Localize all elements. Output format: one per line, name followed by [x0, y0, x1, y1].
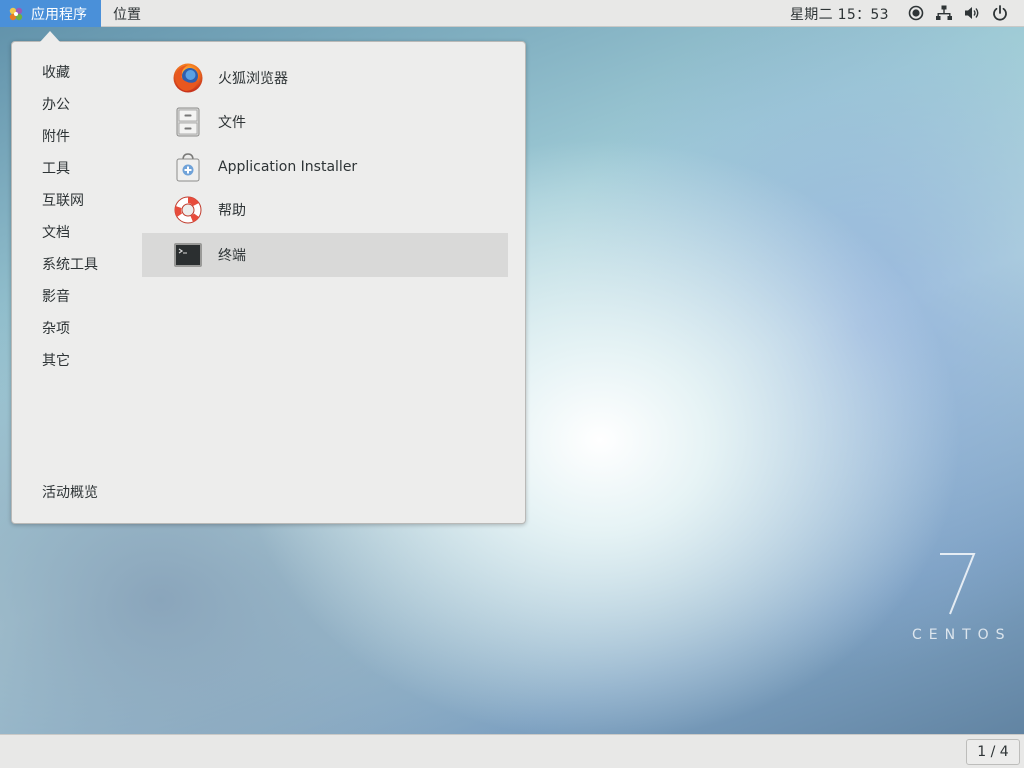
- app-item-label: Application Installer: [218, 159, 358, 175]
- app-item-files[interactable]: 文件: [142, 100, 508, 144]
- category-favorites[interactable]: 收藏: [42, 63, 70, 83]
- category-label: 其它: [42, 353, 70, 369]
- category-label: 附件: [42, 129, 70, 145]
- workspace-switcher[interactable]: 1 / 4: [966, 739, 1020, 765]
- app-item-terminal[interactable]: 终端: [142, 233, 508, 277]
- firefox-icon: [173, 63, 203, 93]
- terminal-icon: [174, 243, 202, 267]
- activities-overview-label: 活动概览: [42, 485, 98, 501]
- category-other[interactable]: 其它: [42, 351, 70, 371]
- category-label: 杂项: [42, 321, 70, 337]
- power-icon[interactable]: [991, 4, 1009, 22]
- files-icon: [176, 107, 200, 137]
- top-bar: 应用程序 位置 星期二 15：53: [0, 0, 1024, 27]
- activities-overview-button[interactable]: 活动概览: [42, 483, 98, 503]
- category-sundry[interactable]: 杂项: [42, 319, 70, 339]
- category-label: 文档: [42, 225, 70, 241]
- accessibility-icon[interactable]: [907, 4, 925, 22]
- app-item-help[interactable]: 帮助: [142, 188, 508, 232]
- category-system-tools[interactable]: 系统工具: [42, 255, 98, 275]
- places-menu-label: 位置: [113, 6, 141, 23]
- volume-icon[interactable]: [963, 4, 981, 22]
- category-label: 系统工具: [42, 257, 98, 273]
- app-item-label: 文件: [218, 115, 246, 131]
- app-item-firefox[interactable]: 火狐浏览器: [142, 56, 508, 100]
- applications-menu-button[interactable]: 应用程序: [0, 0, 101, 27]
- places-menu-button[interactable]: 位置: [113, 0, 141, 27]
- bottom-bar: 1 / 4: [0, 734, 1024, 768]
- clock-label: 星期二 15：53: [790, 6, 889, 23]
- category-utilities[interactable]: 工具: [42, 159, 70, 179]
- applications-menu-popup: 收藏 办公 附件 工具 互联网 文档 系统工具 影音 杂项 其它 活动概览 火狐…: [11, 41, 526, 524]
- gnome-foot-icon: [8, 6, 24, 22]
- category-label: 工具: [42, 161, 70, 177]
- category-accessories[interactable]: 附件: [42, 127, 70, 147]
- app-item-label: 终端: [218, 248, 246, 264]
- software-installer-icon: [176, 153, 200, 182]
- applications-menu-label: 应用程序: [31, 6, 87, 23]
- clock[interactable]: 星期二 15：53: [790, 0, 889, 27]
- centos-wordmark: CENTOS: [912, 627, 1012, 643]
- help-icon: [174, 196, 202, 224]
- network-icon[interactable]: [935, 4, 953, 22]
- menu-pointer: [40, 31, 60, 42]
- category-label: 办公: [42, 97, 70, 113]
- category-office[interactable]: 办公: [42, 95, 70, 115]
- centos-seven-logo: [940, 553, 976, 615]
- category-internet[interactable]: 互联网: [42, 191, 84, 211]
- app-item-label: 火狐浏览器: [218, 71, 288, 87]
- category-label: 收藏: [42, 65, 70, 81]
- category-sound-video[interactable]: 影音: [42, 287, 70, 307]
- app-item-application-installer[interactable]: Application Installer: [142, 145, 508, 189]
- category-documentation[interactable]: 文档: [42, 223, 70, 243]
- workspace-label: 1 / 4: [977, 744, 1009, 760]
- category-label: 互联网: [42, 193, 84, 209]
- category-label: 影音: [42, 289, 70, 305]
- app-item-label: 帮助: [218, 203, 246, 219]
